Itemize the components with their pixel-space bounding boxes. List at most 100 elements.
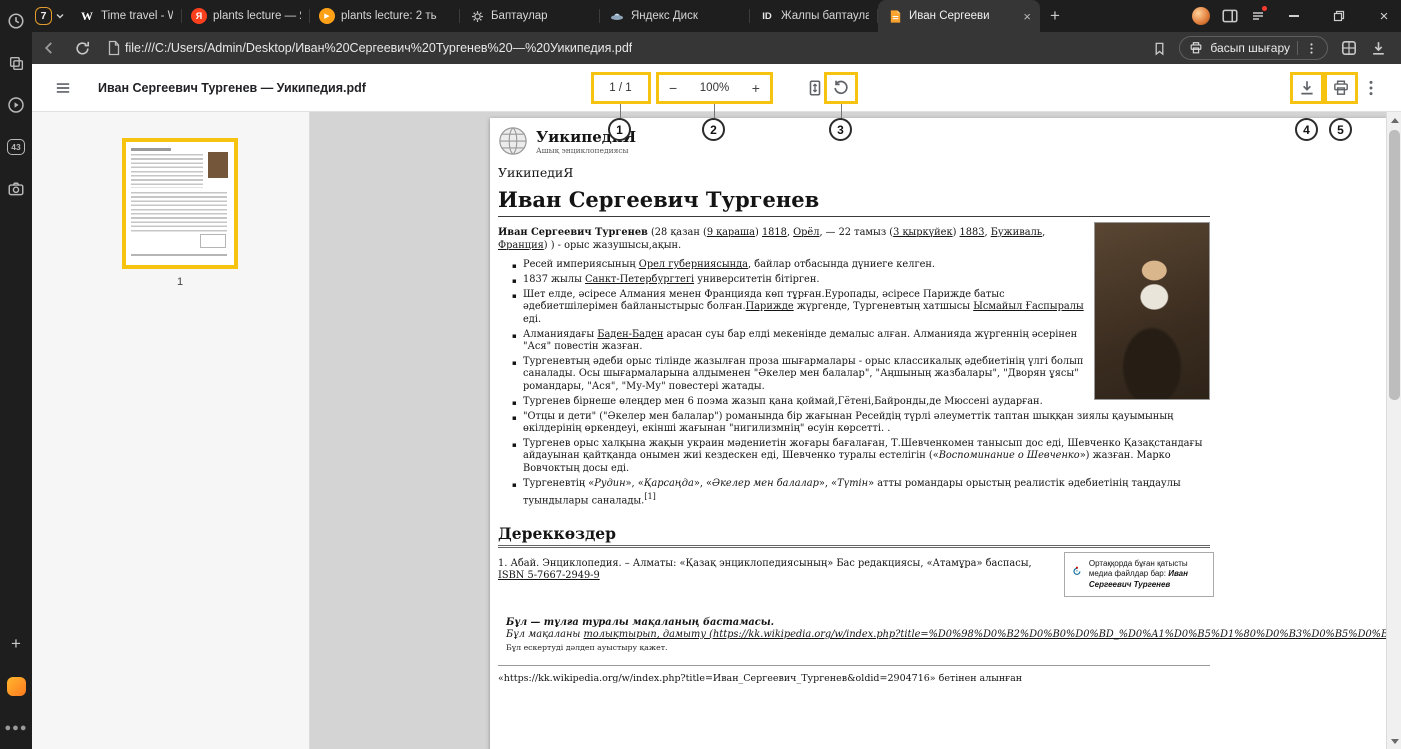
wikipedia-logo-row: УикипедиЯ Ашық энциклопедиясы bbox=[498, 126, 1210, 156]
close-tab-icon[interactable]: × bbox=[1023, 9, 1031, 24]
article-bullet: Тургенев бірнеше өлеңдер мен 6 поэма жаз… bbox=[512, 396, 1210, 408]
back-icon[interactable] bbox=[32, 39, 66, 57]
highlight-box-zoom bbox=[656, 72, 773, 104]
speed-dial-count: 43 bbox=[7, 139, 24, 155]
yandex-disk-icon bbox=[609, 8, 625, 24]
article-bullet: Тургеневтың әдеби орыс тілінде жазылған … bbox=[512, 356, 1210, 393]
site-link[interactable]: УикипедиЯ bbox=[498, 165, 1210, 180]
pdf-view-area[interactable]: УикипедиЯ Ашық энциклопедиясы УикипедиЯ … bbox=[310, 112, 1401, 749]
sidebar-toggle-icon[interactable] bbox=[1221, 7, 1239, 25]
stub-line-1: Бұл — тұлға туралы мақаланың бастамасы. bbox=[506, 617, 1390, 629]
url-input[interactable]: file:///C:/Users/Admin/Desktop/Иван%20Се… bbox=[125, 41, 632, 55]
commons-box: Ортаққорда бұған қатысты медиа файлдар б… bbox=[1064, 552, 1214, 598]
more-panels-icon[interactable]: ●●● bbox=[0, 707, 32, 749]
collections-panel-icon[interactable] bbox=[1340, 39, 1358, 57]
commons-text[interactable]: Ортаққорда бұған қатысты медиа файлдар б… bbox=[1089, 559, 1206, 591]
wikimedia-commons-icon bbox=[1072, 559, 1082, 583]
screenshot-icon[interactable] bbox=[0, 168, 32, 210]
tab-counter[interactable]: 7 bbox=[35, 7, 65, 25]
address-bar: file:///C:/Users/Admin/Desktop/Иван%20Се… bbox=[32, 32, 1401, 64]
restore-window-button[interactable] bbox=[1322, 0, 1356, 32]
retrieved-from-line: «https://kk.wikipedia.org/w/index.php?ti… bbox=[498, 673, 1210, 684]
stub-line-3: Бұл ескертуді дәлдеп ауыстыру қажет. bbox=[506, 642, 1390, 653]
printer-icon bbox=[1189, 41, 1203, 55]
highlight-box-download bbox=[1290, 72, 1324, 104]
scrollbar-thumb[interactable] bbox=[1389, 130, 1400, 400]
tab-turgenev-pdf-active[interactable]: Иван Сергееви × bbox=[878, 0, 1040, 32]
notifications-menu-icon[interactable] bbox=[1250, 8, 1266, 24]
minimize-button[interactable] bbox=[1277, 0, 1311, 32]
tab-plants-lecture-video[interactable]: ▶ plants lecture: 2 ть bbox=[310, 0, 460, 32]
print-button-label: басып шығару bbox=[1210, 41, 1290, 55]
highlight-box-print bbox=[1324, 72, 1358, 104]
scroll-down-arrow[interactable] bbox=[1387, 733, 1401, 749]
wikipedia-article: УикипедиЯ Ашық энциклопедиясы УикипедиЯ … bbox=[498, 126, 1210, 684]
highlight-box-rotate bbox=[824, 72, 858, 104]
id-icon: ID bbox=[759, 8, 775, 24]
refresh-icon[interactable] bbox=[66, 40, 99, 57]
tabbar-right-controls: × bbox=[1192, 0, 1401, 32]
more-actions-icon[interactable] bbox=[1362, 79, 1380, 97]
callout-line bbox=[714, 104, 715, 118]
tab-time-travel[interactable]: W Time travel - Wikip bbox=[70, 0, 182, 32]
more-options-icon[interactable] bbox=[1305, 42, 1318, 55]
callout-2: 2 bbox=[702, 118, 725, 141]
wikipedia-icon: W bbox=[79, 8, 95, 24]
page-thumbnail[interactable] bbox=[122, 138, 238, 269]
gear-icon bbox=[469, 8, 485, 24]
tab-label: plants lecture — Я bbox=[213, 10, 301, 22]
tab-label: Иван Сергееви bbox=[909, 10, 1015, 22]
callout-line bbox=[620, 104, 621, 118]
tabs-panel-icon[interactable] bbox=[0, 42, 32, 84]
article-bullet: Алманиядағы Баден-Баден арасан суы бар е… bbox=[512, 329, 1210, 354]
thumbnail-panel: 1 bbox=[32, 112, 310, 749]
callout-4: 4 bbox=[1295, 118, 1318, 141]
wikipedia-tagline: Ашық энциклопедиясы bbox=[536, 146, 636, 155]
wikipedia-globe-icon bbox=[498, 126, 528, 156]
tab-label: Баптаулар bbox=[491, 10, 591, 22]
callout-1: 1 bbox=[608, 118, 631, 141]
article-bullet: Шет елде, әсіресе Алмания менен Францияд… bbox=[512, 289, 1210, 326]
stub-notice: Бұл — тұлға туралы мақаланың бастамасы. … bbox=[498, 617, 1210, 653]
addressbar-right-controls: басып шығару bbox=[1152, 36, 1401, 60]
thumbnail-page-number: 1 bbox=[122, 276, 238, 288]
footer-divider bbox=[498, 665, 1210, 666]
add-panel-icon[interactable]: + bbox=[0, 623, 32, 665]
fit-to-page-icon[interactable] bbox=[806, 79, 824, 97]
profile-avatar[interactable] bbox=[1192, 7, 1210, 25]
close-window-button[interactable]: × bbox=[1367, 0, 1401, 32]
thumbnail-preview bbox=[126, 142, 234, 265]
tab-label: Жалпы баптаулар bbox=[781, 10, 869, 22]
print-page-button[interactable]: басып шығару bbox=[1179, 36, 1328, 60]
scroll-up-arrow[interactable] bbox=[1387, 112, 1401, 128]
article-bullet: Ресей империясының Орел губерниясында, б… bbox=[512, 259, 1210, 271]
references-heading: Дереккөздер bbox=[498, 524, 1210, 548]
callout-5: 5 bbox=[1329, 118, 1352, 141]
highlight-box-page-indicator bbox=[591, 72, 651, 104]
tab-yandex-disk[interactable]: Яндекс Диск bbox=[600, 0, 750, 32]
tab-label: plants lecture: 2 ть bbox=[341, 10, 451, 22]
page-file-icon bbox=[99, 40, 123, 56]
history-icon[interactable] bbox=[0, 0, 32, 42]
new-tab-button[interactable]: + bbox=[1040, 0, 1070, 32]
hamburger-menu-icon[interactable] bbox=[54, 79, 72, 97]
stub-line-2[interactable]: Бұл мақаланы толықтырып, дамыту (https:/… bbox=[506, 629, 1390, 641]
article-bullet: 1837 жылы Санкт-Петербургтегі университе… bbox=[512, 274, 1210, 286]
callout-3: 3 bbox=[829, 118, 852, 141]
bookmark-flag-icon[interactable] bbox=[1152, 41, 1167, 56]
speed-dial-badge[interactable]: 43 bbox=[0, 126, 32, 168]
media-play-icon[interactable] bbox=[0, 84, 32, 126]
pill-divider bbox=[1297, 41, 1298, 55]
downloads-icon[interactable] bbox=[1370, 40, 1387, 57]
viewer-content: 1 УикипедиЯ Ашық энциклопедиясы Уикипеди… bbox=[32, 112, 1401, 749]
article-title: Иван Сергеевич Тургенев bbox=[498, 187, 1210, 217]
pdf-page: УикипедиЯ Ашық энциклопедиясы УикипедиЯ … bbox=[490, 118, 1390, 749]
tab-yandex-id-settings[interactable]: ID Жалпы баптаулар bbox=[750, 0, 878, 32]
messenger-icon[interactable] bbox=[0, 665, 32, 707]
article-bullet: "Отцы и дети" ("Әкелер мен балалар") ром… bbox=[512, 411, 1210, 436]
pdf-filename: Иван Сергеевич Тургенев — Уикипедия.pdf bbox=[98, 64, 366, 112]
tab-settings[interactable]: Баптаулар bbox=[460, 0, 600, 32]
tab-plants-lecture-search[interactable]: Я plants lecture — Я bbox=[182, 0, 310, 32]
pdf-file-icon bbox=[887, 8, 903, 24]
vertical-scrollbar[interactable] bbox=[1386, 112, 1401, 749]
